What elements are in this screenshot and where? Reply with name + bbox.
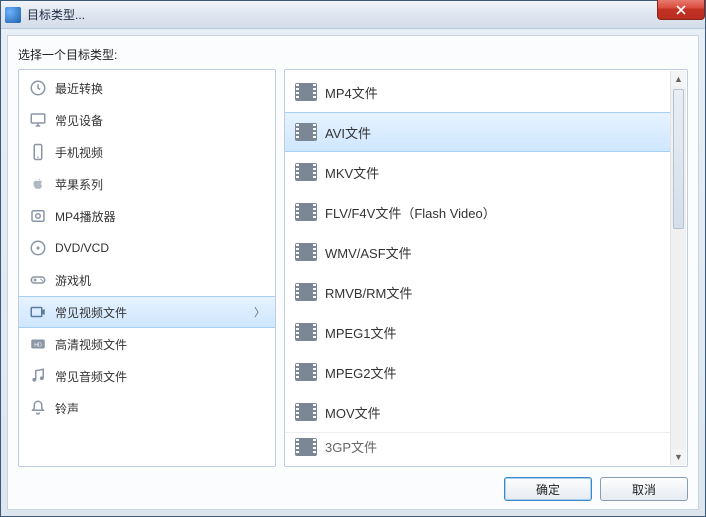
ok-button[interactable]: 确定 <box>504 477 592 501</box>
category-mobile[interactable]: 手机视频 <box>19 136 275 168</box>
category-audio[interactable]: 常见音频文件 <box>19 360 275 392</box>
format-label: WMV/ASF文件 <box>325 243 412 262</box>
category-recent[interactable]: 最近转换 <box>19 72 275 104</box>
format-item-flv[interactable]: FLV/F4V文件（Flash Video） <box>285 192 670 232</box>
format-label: RMVB/RM文件 <box>325 283 412 302</box>
category-panel: 最近转换 常见设备 手机视频 <box>18 69 276 467</box>
category-label: 常见设备 <box>55 112 103 129</box>
video-icon <box>29 303 47 321</box>
format-panel: MP4文件 AVI文件 MKV文件 FLV/F4V文件（Flash Video） <box>284 69 688 467</box>
category-label: 铃声 <box>55 400 79 417</box>
clock-icon <box>29 79 47 97</box>
phone-icon <box>29 143 47 161</box>
film-icon <box>295 163 317 181</box>
format-item-mp4[interactable]: MP4文件 <box>285 72 670 112</box>
category-label: 常见视频文件 <box>55 304 127 321</box>
film-icon <box>295 363 317 381</box>
film-icon <box>295 203 317 221</box>
category-game[interactable]: 游戏机 <box>19 264 275 296</box>
disc-icon <box>29 239 47 257</box>
category-apple[interactable]: 苹果系列 <box>19 168 275 200</box>
format-label: AVI文件 <box>325 123 371 142</box>
panels: 最近转换 常见设备 手机视频 <box>18 69 688 467</box>
format-item-avi[interactable]: AVI文件 <box>285 112 670 152</box>
apple-icon <box>29 175 47 193</box>
scroll-thumb[interactable] <box>673 89 684 229</box>
category-label: MP4播放器 <box>55 208 116 225</box>
film-icon <box>295 243 317 261</box>
film-icon <box>295 123 317 141</box>
hd-icon: HD <box>29 335 47 353</box>
monitor-icon <box>29 111 47 129</box>
format-label: MPEG2文件 <box>325 363 397 382</box>
scroll-down-icon[interactable]: ▼ <box>671 449 686 465</box>
music-icon <box>29 367 47 385</box>
category-label: 游戏机 <box>55 272 91 289</box>
film-icon <box>295 283 317 301</box>
format-label: MOV文件 <box>325 403 381 422</box>
category-label: 手机视频 <box>55 144 103 161</box>
format-label: MPEG1文件 <box>325 323 397 342</box>
app-icon <box>5 7 21 23</box>
format-item-mov[interactable]: MOV文件 <box>285 392 670 432</box>
category-hd[interactable]: HD 高清视频文件 <box>19 328 275 360</box>
prompt-label: 选择一个目标类型: <box>18 46 688 63</box>
chevron-right-icon: 〉 <box>254 304 265 320</box>
format-item-mkv[interactable]: MKV文件 <box>285 152 670 192</box>
window-title: 目标类型... <box>27 6 85 23</box>
gamepad-icon <box>29 271 47 289</box>
film-icon <box>295 403 317 421</box>
format-list[interactable]: MP4文件 AVI文件 MKV文件 FLV/F4V文件（Flash Video） <box>285 70 687 466</box>
button-bar: 确定 取消 <box>18 477 688 501</box>
cancel-button[interactable]: 取消 <box>600 477 688 501</box>
category-mp4player[interactable]: MP4播放器 <box>19 200 275 232</box>
format-label: MP4文件 <box>325 83 378 102</box>
format-item-wmv[interactable]: WMV/ASF文件 <box>285 232 670 272</box>
category-video[interactable]: 常见视频文件 〉 <box>19 296 275 328</box>
format-item-mpeg2[interactable]: MPEG2文件 <box>285 352 670 392</box>
category-label: 苹果系列 <box>55 176 103 193</box>
format-label: 3GP文件 <box>325 437 377 456</box>
title-bar[interactable]: 目标类型... <box>1 1 705 29</box>
film-icon <box>295 83 317 101</box>
dialog-window: 目标类型... 选择一个目标类型: 最近转换 <box>0 0 706 517</box>
format-item-rmvb[interactable]: RMVB/RM文件 <box>285 272 670 312</box>
category-dvd[interactable]: DVD/VCD <box>19 232 275 264</box>
category-devices[interactable]: 常见设备 <box>19 104 275 136</box>
category-ringtone[interactable]: 铃声 <box>19 392 275 424</box>
format-item-mpeg1[interactable]: MPEG1文件 <box>285 312 670 352</box>
format-label: MKV文件 <box>325 163 379 182</box>
close-button[interactable] <box>657 0 705 20</box>
category-label: 最近转换 <box>55 80 103 97</box>
bell-icon <box>29 399 47 417</box>
scrollbar[interactable]: ▲ ▼ <box>670 71 686 465</box>
film-icon <box>295 438 317 456</box>
category-label: 高清视频文件 <box>55 336 127 353</box>
player-icon <box>29 207 47 225</box>
format-label: FLV/F4V文件（Flash Video） <box>325 203 496 222</box>
category-label: 常见音频文件 <box>55 368 127 385</box>
category-label: DVD/VCD <box>55 241 109 255</box>
format-item-3gp[interactable]: 3GP文件 <box>285 432 670 460</box>
film-icon <box>295 323 317 341</box>
client-area: 选择一个目标类型: 最近转换 常见设备 <box>7 35 699 510</box>
svg-text:HD: HD <box>34 342 42 348</box>
category-list[interactable]: 最近转换 常见设备 手机视频 <box>19 70 275 466</box>
scroll-up-icon[interactable]: ▲ <box>671 71 686 87</box>
